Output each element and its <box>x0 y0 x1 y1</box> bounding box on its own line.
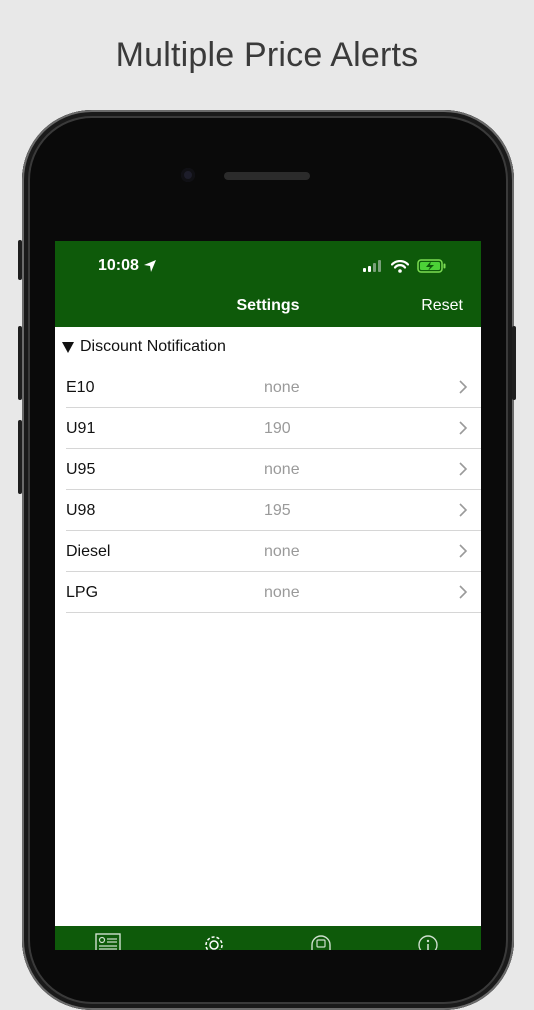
fuel-label: U95 <box>66 461 96 478</box>
fuel-row-u91[interactable]: U91 190 <box>55 408 481 449</box>
collapse-triangle-icon <box>62 341 74 353</box>
fuel-station-icon[interactable] <box>307 931 335 950</box>
fuel-row-u98[interactable]: U98 195 <box>55 490 481 531</box>
chevron-right-icon <box>459 544 468 558</box>
fuel-alert-value: none <box>264 543 300 560</box>
fuel-alert-value: none <box>264 584 300 601</box>
reset-button[interactable]: Reset <box>421 297 463 315</box>
status-icons <box>363 259 447 273</box>
fuel-row-e10[interactable]: E10 none <box>55 367 481 408</box>
fuel-row-u95[interactable]: U95 none <box>55 449 481 490</box>
wifi-icon <box>391 259 409 273</box>
side-button <box>512 326 516 400</box>
fuel-label: E10 <box>66 379 95 396</box>
fuel-label: Diesel <box>66 543 111 560</box>
chevron-right-icon <box>459 585 468 599</box>
fuel-alert-value: none <box>264 461 300 478</box>
chevron-right-icon <box>459 462 468 476</box>
fuel-label: LPG <box>66 584 99 601</box>
gear-icon[interactable] <box>200 931 228 950</box>
info-icon[interactable] <box>414 931 442 950</box>
volume-down-button <box>18 420 22 494</box>
fuel-list: E10 none U91 190 U95 none U98 195 Diesel… <box>55 367 481 613</box>
battery-charging-icon <box>417 259 446 273</box>
discount-notification-header[interactable]: Discount Notification <box>62 338 226 356</box>
fuel-row-lpg[interactable]: LPG none <box>55 572 481 613</box>
app-screen: 10:08 Settings Reset Discount Notificati… <box>55 241 481 950</box>
fuel-alert-value: 195 <box>264 502 291 519</box>
location-arrow-icon <box>143 260 156 272</box>
earpiece-speaker <box>224 172 310 180</box>
fuel-alert-value: none <box>264 379 300 396</box>
fuel-alert-value: 190 <box>264 420 291 437</box>
front-camera <box>181 168 195 182</box>
chevron-right-icon <box>459 503 468 517</box>
navigation-bar: 10:08 Settings Reset <box>55 241 481 327</box>
status-time: 10:08 <box>98 257 157 275</box>
page-title: Settings <box>236 297 300 314</box>
fuel-label: U91 <box>66 420 96 437</box>
tab-bar <box>55 926 481 950</box>
status-time-text: 10:08 <box>98 257 139 274</box>
news-icon[interactable] <box>94 931 122 950</box>
fuel-row-diesel[interactable]: Diesel none <box>55 531 481 572</box>
chevron-right-icon <box>459 380 468 394</box>
headline: Multiple Price Alerts <box>115 36 419 74</box>
mute-switch <box>18 240 22 280</box>
section-title: Discount Notification <box>80 338 226 355</box>
cellular-signal-icon <box>363 260 381 272</box>
chevron-right-icon <box>459 421 468 435</box>
fuel-label: U98 <box>66 502 96 519</box>
volume-up-button <box>18 326 22 400</box>
